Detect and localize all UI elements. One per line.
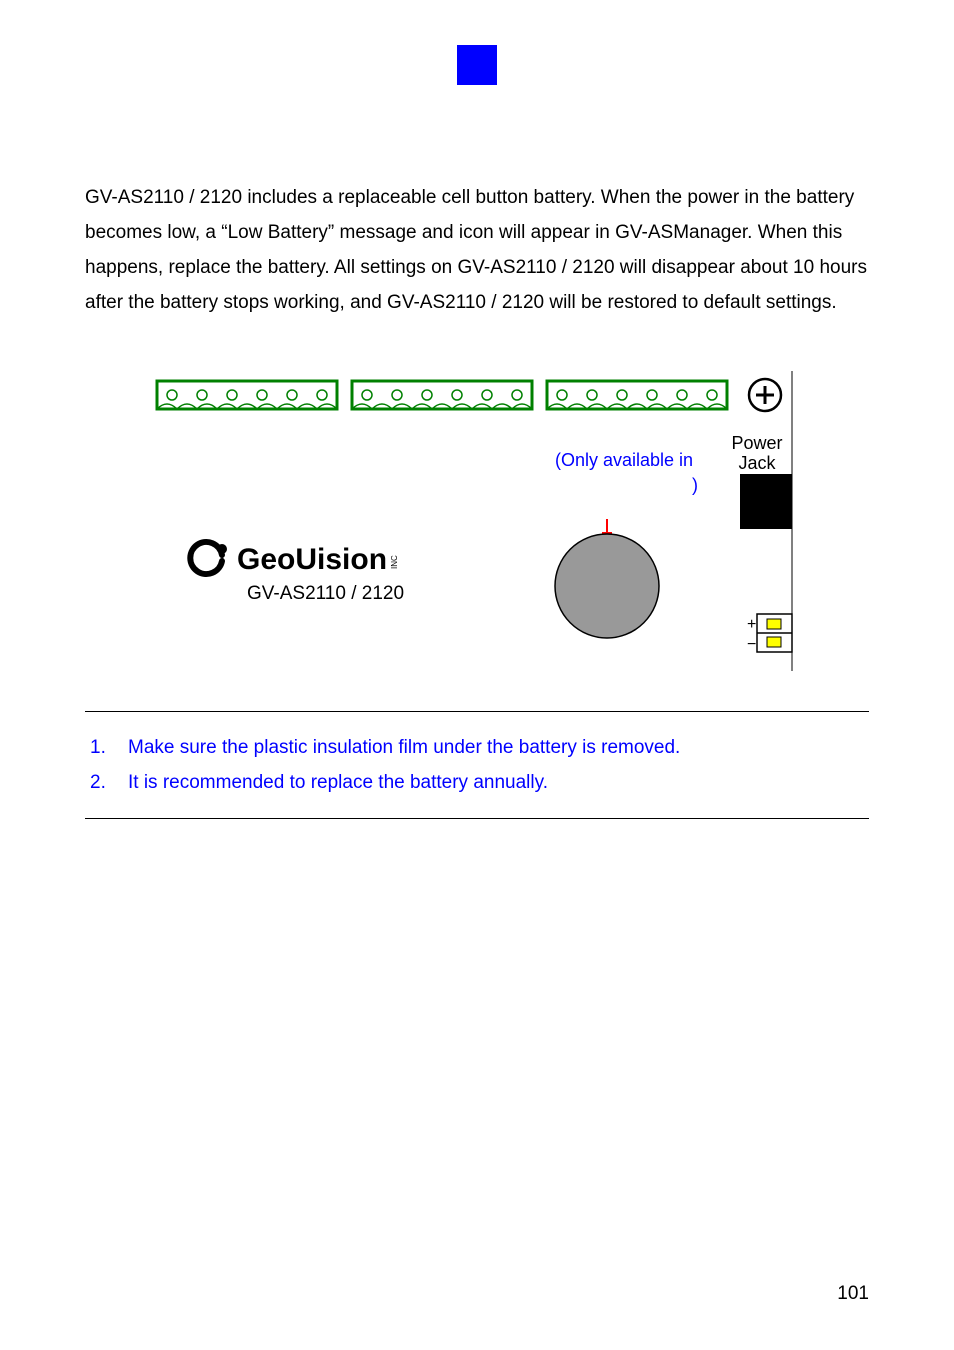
avail-l2: ) [692, 475, 698, 495]
note-num: 1. [90, 730, 110, 765]
avail-l1: (Only available in [555, 450, 693, 470]
note-item: 1. Make sure the plastic insulation film… [90, 730, 869, 765]
header-square [457, 45, 497, 85]
model-text: GV-AS2110 / 2120 [247, 583, 404, 604]
body-paragraph: GV-AS2110 / 2120 includes a replaceable … [85, 180, 869, 321]
minus-label: − [747, 636, 756, 653]
power-text-l2: Jack [738, 453, 776, 473]
svg-text:INC: INC [390, 555, 399, 569]
plus-label: + [747, 616, 756, 633]
note-item: 2. It is recommended to replace the batt… [90, 765, 869, 800]
note-num: 2. [90, 765, 110, 800]
notes-box: 1. Make sure the plastic insulation film… [85, 711, 869, 819]
page-number: 101 [837, 1283, 869, 1305]
note-text: It is recommended to replace the battery… [128, 765, 548, 800]
note-text: Make sure the plastic insulation film un… [128, 730, 680, 765]
device-diagram: Power Jack (Only available in ) GeoUisio… [85, 371, 869, 671]
logo-text: GeoUision [237, 543, 387, 576]
power-text-l1: Power [731, 433, 782, 453]
